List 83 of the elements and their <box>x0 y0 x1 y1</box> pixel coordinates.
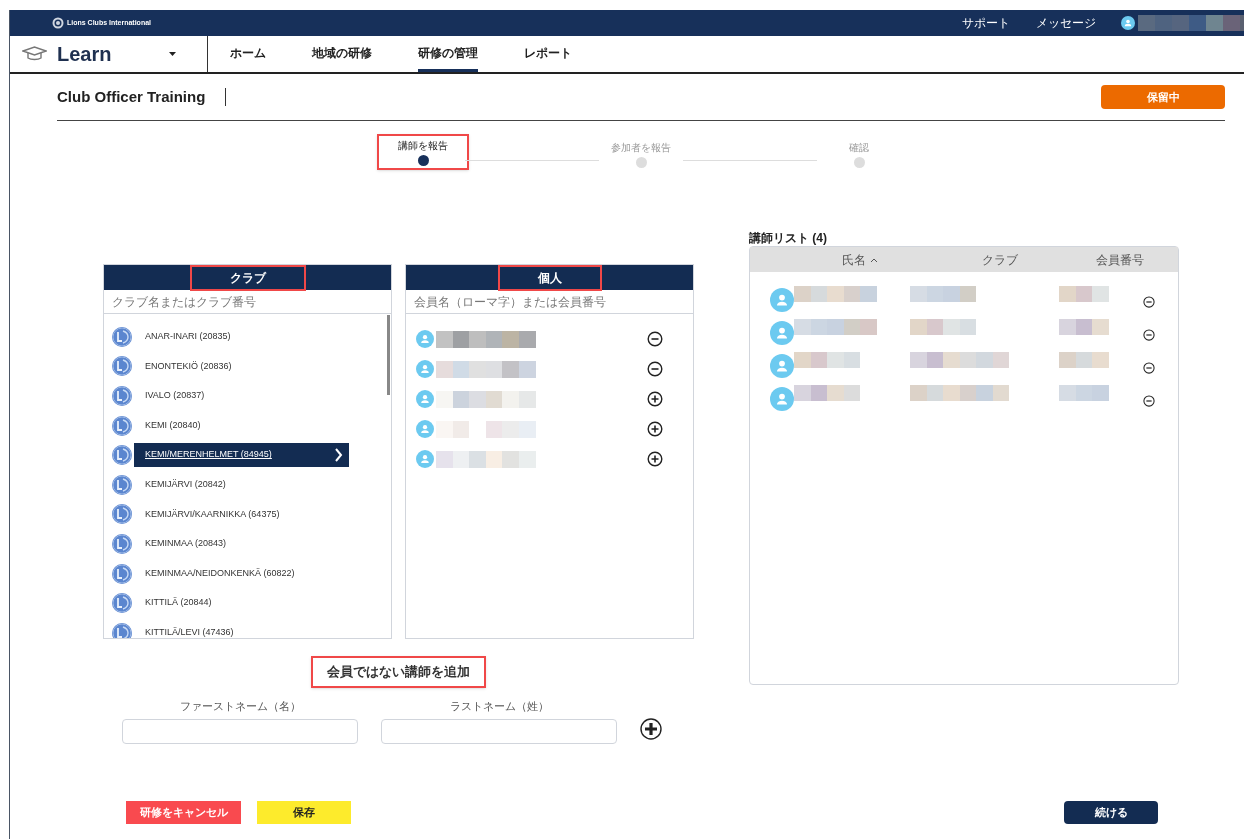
continue-button[interactable]: 続ける <box>1064 801 1158 824</box>
instructor-list-title: 講師リスト (4) <box>749 230 828 246</box>
club-globe-icon <box>112 504 132 525</box>
redacted-name <box>794 352 860 368</box>
field-label: ファーストネーム（名） <box>179 698 301 714</box>
nav-tab[interactable]: 研修の管理 <box>418 36 478 72</box>
nav-tab[interactable]: ホーム <box>230 36 266 72</box>
redacted-member-number <box>1059 352 1109 368</box>
club-globe-icon <box>112 445 132 466</box>
add-icon[interactable] <box>647 391 663 407</box>
redacted-club <box>910 319 976 335</box>
text-field[interactable] <box>122 719 358 744</box>
top-link[interactable]: メッセージ <box>1036 14 1096 32</box>
user-avatar-icon <box>770 288 794 312</box>
redacted-name <box>794 385 860 401</box>
add-icon[interactable] <box>647 421 663 437</box>
remove-icon[interactable] <box>1143 296 1155 308</box>
panel-title: クラブ <box>189 265 306 291</box>
redacted-member-number <box>1059 319 1109 335</box>
club-item[interactable]: KEMIJÄRVI/KAARNIKKA (64375) <box>145 507 280 522</box>
search-field[interactable]: 会員名（ローマ字）または会員番号 <box>406 290 693 314</box>
nav-tab[interactable]: 地域の研修 <box>312 36 372 72</box>
chevron-right-icon <box>334 448 343 463</box>
club-item[interactable]: KEMI (20840) <box>145 418 201 433</box>
club-item[interactable]: KITTILÄ (20844) <box>145 596 212 610</box>
club-globe-icon <box>112 415 132 436</box>
app-name: Learn <box>57 42 112 67</box>
user-avatar-icon <box>770 321 794 345</box>
scrollbar[interactable] <box>387 315 390 395</box>
club-globe-icon <box>112 386 132 406</box>
column-header[interactable]: 氏名 <box>842 250 866 269</box>
user-avatar-icon <box>770 387 794 411</box>
step-label: 参加者を報告 <box>611 141 671 155</box>
club-globe-icon <box>112 356 132 377</box>
user-avatar-icon <box>416 330 434 348</box>
user-avatar-icon <box>416 420 434 438</box>
page-title: Club Officer Training <box>57 86 206 107</box>
remove-icon[interactable] <box>647 361 663 377</box>
user-avatar-icon <box>770 354 794 378</box>
column-header[interactable]: 会員番号 <box>1096 250 1144 269</box>
user-avatar-icon <box>416 390 434 408</box>
club-globe-icon <box>112 326 132 347</box>
step-label: 確認 <box>849 141 869 155</box>
column-header[interactable]: クラブ <box>982 250 1018 269</box>
club-item[interactable]: KEMIJÄRVI (20842) <box>145 478 226 492</box>
lions-logo-icon <box>52 17 64 29</box>
sort-caret-icon[interactable] <box>870 256 878 263</box>
user-avatar-icon <box>416 450 434 468</box>
club-globe-icon <box>112 622 132 638</box>
remove-icon[interactable] <box>1143 362 1155 374</box>
club-item[interactable]: ANAR-INARI (20835) <box>145 330 231 344</box>
club-globe-icon <box>112 474 132 495</box>
add-icon[interactable] <box>640 718 662 740</box>
club-item[interactable]: ENONTEKIÖ (20836) <box>145 359 232 374</box>
graduation-cap-icon <box>22 46 47 62</box>
club-item[interactable]: KEMINMAA/NEIDONKENKÄ (60822) <box>145 566 295 581</box>
redacted-member-number <box>1059 286 1109 302</box>
user-avatar-icon <box>416 360 434 378</box>
remove-icon[interactable] <box>1143 329 1155 341</box>
remove-icon[interactable] <box>647 331 663 347</box>
club-item[interactable]: KEMINMAA (20843) <box>145 537 227 551</box>
panel-title: 個人 <box>497 265 602 291</box>
club-globe-icon <box>112 563 132 584</box>
add-icon[interactable] <box>647 451 663 467</box>
redacted-club <box>910 286 976 302</box>
club-item[interactable]: IVALO (20837) <box>145 389 205 403</box>
club-item[interactable]: KITTILÄ/LEVI (47436) <box>145 626 234 638</box>
club-item[interactable]: KEMI/MERENHELMET (84945) <box>134 443 349 468</box>
redacted-member-number <box>1059 385 1109 401</box>
user-avatar-icon[interactable] <box>1121 16 1135 30</box>
club-globe-icon <box>112 593 132 614</box>
dropdown-caret-icon[interactable] <box>169 52 177 56</box>
nav-tab[interactable]: レポート <box>524 36 572 72</box>
step-label: 講師を報告 <box>398 139 448 153</box>
text-field[interactable] <box>381 719 617 744</box>
remove-icon[interactable] <box>1143 395 1155 407</box>
top-link[interactable]: サポート <box>962 14 1010 32</box>
search-field[interactable]: クラブ名またはクラブ番号 <box>104 290 391 314</box>
field-label: ラストネーム（姓） <box>449 698 549 714</box>
club-item-label: KEMI/MERENHELMET (84945) <box>145 448 272 462</box>
save-button[interactable]: 保存 <box>257 801 351 824</box>
section-heading: 会員ではない講師を追加 <box>311 656 486 688</box>
club-globe-icon <box>112 533 132 554</box>
